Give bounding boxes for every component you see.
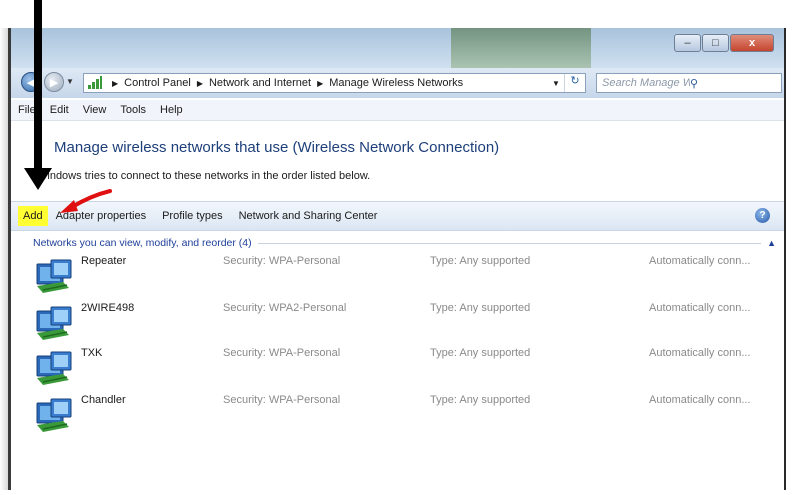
menu-help[interactable]: Help bbox=[153, 104, 190, 116]
search-icon[interactable]: ⚲ bbox=[690, 77, 781, 90]
network-type: Type: Any supported bbox=[430, 302, 531, 314]
wireless-network-icon bbox=[36, 259, 72, 293]
left-edge-shadow bbox=[0, 28, 8, 490]
group-divider bbox=[257, 242, 762, 244]
annotation-pointer-arrowhead bbox=[24, 168, 52, 190]
menu-bar: File Edit View Tools Help bbox=[11, 100, 784, 121]
network-row[interactable]: Chandler Security: WPA-Personal Type: Any … bbox=[33, 393, 773, 443]
menu-edit[interactable]: Edit bbox=[43, 104, 76, 116]
network-row[interactable]: 2WIRE498 Security: WPA2-Personal Type: Any… bbox=[33, 301, 773, 351]
title-bar: – □ x bbox=[11, 28, 784, 68]
menu-tools[interactable]: Tools bbox=[113, 104, 153, 116]
wireless-network-icon bbox=[36, 306, 72, 340]
network-name: TXK bbox=[81, 347, 103, 359]
network-name: Repeater bbox=[81, 255, 127, 267]
recent-pages-dropdown[interactable]: ▼ bbox=[66, 77, 74, 86]
address-toolbar: ◀ ▶ ▼ ▶ Control Panel ▶ Network and Inte… bbox=[11, 68, 784, 98]
network-name: 2WIRE498 bbox=[81, 302, 135, 314]
breadcrumb-manage-wireless[interactable]: Manage Wireless Networks bbox=[329, 77, 463, 89]
background-window-blur bbox=[451, 28, 591, 68]
network-row[interactable]: TXK Security: WPA-Personal Type: Any suppo… bbox=[33, 346, 773, 396]
breadcrumb-control-panel[interactable]: Control Panel bbox=[124, 77, 191, 89]
wireless-network-icon bbox=[36, 398, 72, 432]
refresh-icon[interactable]: ↻ bbox=[564, 74, 585, 92]
network-type: Type: Any supported bbox=[430, 394, 531, 406]
search-input[interactable]: Search Manage Wireless Netw... ⚲ bbox=[596, 73, 782, 93]
wireless-network-icon bbox=[36, 351, 72, 385]
page-description: Windows tries to connect to these networ… bbox=[37, 170, 371, 182]
network-type: Type: Any supported bbox=[430, 347, 531, 359]
network-sharing-center-button[interactable]: Network and Sharing Center bbox=[231, 210, 386, 222]
address-bar[interactable]: ▶ Control Panel ▶ Network and Internet ▶… bbox=[83, 73, 586, 93]
breadcrumb-separator-icon: ▶ bbox=[317, 78, 324, 88]
network-signal-icon bbox=[88, 76, 102, 89]
network-security: Security: WPA-Personal bbox=[223, 255, 341, 267]
collapse-icon[interactable]: ▲ bbox=[767, 238, 776, 248]
network-security: Security: WPA-Personal bbox=[223, 394, 341, 406]
explorer-window: – □ x ◀ ▶ ▼ ▶ Control Panel ▶ Network an… bbox=[8, 28, 786, 490]
network-connect-mode: Automatically conn... bbox=[649, 394, 751, 406]
window-controls: – □ x bbox=[673, 34, 774, 52]
maximize-button[interactable]: □ bbox=[702, 34, 729, 52]
breadcrumb-network-internet[interactable]: Network and Internet bbox=[209, 77, 311, 89]
page-title: Manage wireless networks that use (Wirel… bbox=[54, 139, 500, 156]
close-button[interactable]: x bbox=[730, 34, 774, 52]
network-connect-mode: Automatically conn... bbox=[649, 347, 751, 359]
search-placeholder: Search Manage Wireless Netw... bbox=[602, 77, 690, 89]
group-header-label: Networks you can view, modify, and reord… bbox=[33, 237, 252, 249]
network-row[interactable]: Repeater Security: WPA-Personal Type: Any … bbox=[33, 254, 773, 304]
help-icon[interactable]: ? bbox=[755, 208, 770, 223]
command-bar: Add Adapter properties Profile types Net… bbox=[11, 201, 784, 231]
breadcrumb-separator-icon: ▶ bbox=[196, 78, 203, 88]
add-button[interactable]: Add bbox=[18, 206, 48, 226]
network-name: Chandler bbox=[81, 394, 126, 406]
network-security: Security: WPA-Personal bbox=[223, 347, 341, 359]
red-arrow-annotation-icon bbox=[60, 189, 112, 213]
minimize-button[interactable]: – bbox=[674, 34, 701, 52]
menu-view[interactable]: View bbox=[76, 104, 114, 116]
network-security: Security: WPA2-Personal bbox=[223, 302, 347, 314]
network-type: Type: Any supported bbox=[430, 255, 531, 267]
profile-types-button[interactable]: Profile types bbox=[154, 210, 231, 222]
annotation-pointer-line bbox=[34, 0, 42, 172]
network-connect-mode: Automatically conn... bbox=[649, 255, 751, 267]
forward-arrow-icon[interactable]: ▶ bbox=[44, 72, 64, 92]
address-dropdown-icon[interactable]: ▼ bbox=[548, 79, 564, 88]
network-connect-mode: Automatically conn... bbox=[649, 302, 751, 314]
breadcrumb-separator-icon: ▶ bbox=[112, 78, 119, 88]
breadcrumb: ▶ Control Panel ▶ Network and Internet ▶… bbox=[106, 77, 548, 89]
network-group-header[interactable]: Networks you can view, modify, and reord… bbox=[33, 236, 776, 250]
